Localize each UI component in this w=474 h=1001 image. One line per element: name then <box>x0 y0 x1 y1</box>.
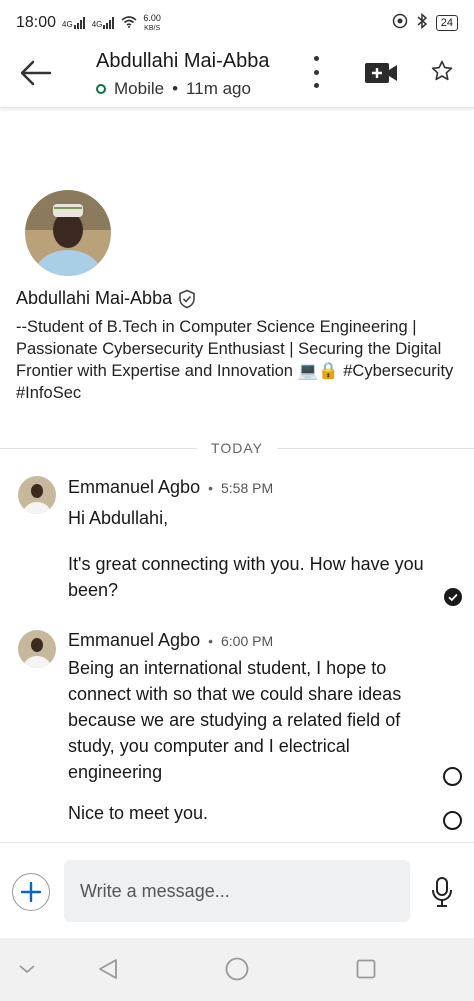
nav-recents-button[interactable] <box>356 959 376 984</box>
circle-home-icon <box>225 957 249 981</box>
more-vertical-icon[interactable] <box>309 56 323 88</box>
presence-device: Mobile <box>114 79 165 98</box>
check-circle-icon <box>444 588 462 606</box>
video-call-button[interactable] <box>364 60 398 86</box>
net-speed-value: 6.00 <box>143 12 161 23</box>
message-composer <box>0 842 474 938</box>
message-text: It's great connecting with you. How have… <box>68 554 424 600</box>
message-separator: • <box>208 633 213 649</box>
signal-label: 4G <box>62 20 73 29</box>
net-speed: 6.00 KB/S <box>143 12 161 33</box>
system-navigation-bar <box>0 938 474 1001</box>
back-button[interactable] <box>18 58 54 88</box>
message-avatar[interactable] <box>18 630 56 668</box>
star-icon <box>431 60 453 81</box>
status-time: 18:00 <box>16 14 57 31</box>
wifi-icon <box>121 15 137 32</box>
back-arrow-icon <box>20 60 52 86</box>
bluetooth-icon <box>416 12 428 33</box>
message-text: Hi Abdullahi, <box>68 508 169 528</box>
message-text: Nice to meet you. <box>68 803 209 823</box>
signal-icon-2: 4G <box>92 17 116 29</box>
signal-label-2: 4G <box>91 20 103 29</box>
profile-name[interactable]: Abdullahi Mai-Abba <box>16 288 196 309</box>
battery-indicator: 24 <box>435 15 458 31</box>
message-text: Being an international student, I hope t… <box>68 658 402 782</box>
profile-name-text: Abdullahi Mai-Abba <box>16 288 173 308</box>
message-separator: • <box>208 480 213 496</box>
microphone-icon <box>432 877 452 907</box>
signal-icon: 4G <box>62 17 86 29</box>
net-speed-unit: KB/S <box>144 24 161 32</box>
message-header: Emmanuel Agbo • 5:58 PM <box>68 477 273 498</box>
message-time: 5:58 PM <box>221 480 274 496</box>
square-recents-icon <box>356 959 376 979</box>
message-sender[interactable]: Emmanuel Agbo <box>68 477 200 498</box>
verified-shield-icon <box>179 289 195 308</box>
triangle-back-icon <box>99 959 117 979</box>
divider-line-right <box>276 447 474 449</box>
nav-home-button[interactable] <box>225 957 249 986</box>
voice-message-button[interactable] <box>430 876 454 908</box>
conversation-header: Abdullahi Mai-Abba Mobile • 11m ago <box>0 46 474 108</box>
divider-line-left <box>0 447 198 449</box>
status-left: 18:00 4G 4G 6.00 KB/S <box>16 12 161 33</box>
message-input[interactable] <box>64 860 410 922</box>
status-right: 24 <box>392 12 458 33</box>
plus-icon <box>20 881 42 903</box>
unread-receipt-icon <box>443 811 462 830</box>
video-call-icon <box>365 63 397 83</box>
header-contact-name[interactable]: Abdullahi Mai-Abba <box>96 50 269 73</box>
alarm-icon <box>392 13 408 33</box>
message-header: Emmanuel Agbo • 6:00 PM <box>68 630 273 651</box>
star-button[interactable] <box>430 59 454 83</box>
profile-headline: --Student of B.Tech in Computer Science … <box>16 318 454 402</box>
presence-last-active: 11m ago <box>186 79 251 98</box>
hide-nav-button[interactable] <box>18 962 36 980</box>
avatar[interactable] <box>25 190 111 276</box>
online-status-icon <box>96 84 106 94</box>
status-bar: 18:00 4G 4G 6.00 KB/S 24 <box>0 0 474 46</box>
presence-separator: • <box>172 79 179 98</box>
message-sender[interactable]: Emmanuel Agbo <box>68 630 200 651</box>
chevron-down-icon <box>19 965 35 974</box>
date-divider-label: TODAY <box>211 440 263 456</box>
date-divider: TODAY <box>0 438 474 458</box>
unread-receipt-icon <box>443 767 462 786</box>
header-presence: Mobile • 11m ago <box>96 79 251 99</box>
nav-back-button[interactable] <box>97 958 119 985</box>
message-time: 6:00 PM <box>221 633 274 649</box>
add-attachment-button[interactable] <box>12 873 50 911</box>
message-avatar[interactable] <box>18 476 56 514</box>
